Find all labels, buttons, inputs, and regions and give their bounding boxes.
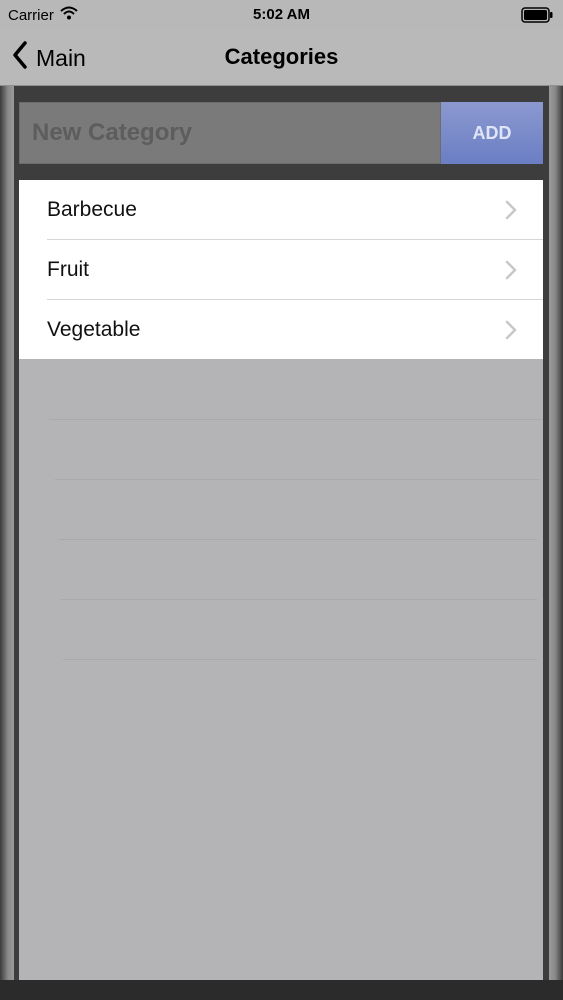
navigation-bar: Main Categories (0, 30, 563, 86)
chevron-right-icon (505, 260, 517, 280)
empty-row-divider (59, 539, 537, 540)
list-item[interactable]: Barbecue (19, 180, 543, 240)
empty-row-divider (49, 419, 543, 420)
list-item[interactable]: Fruit (19, 240, 543, 300)
add-category-form: ADD (19, 102, 543, 164)
empty-row-divider (61, 599, 537, 600)
status-bar: Carrier 5:02 AM (0, 0, 563, 30)
chevron-right-icon (505, 320, 517, 340)
new-category-input[interactable] (19, 102, 441, 164)
battery-icon (521, 7, 553, 27)
category-list: Barbecue Fruit Vegetable (19, 180, 543, 359)
list-item-label: Barbecue (47, 198, 137, 221)
chevron-right-icon (505, 200, 517, 220)
empty-row-divider (63, 659, 537, 660)
empty-row-divider (55, 479, 539, 480)
list-item[interactable]: Vegetable (19, 300, 543, 360)
bottom-edge (0, 980, 563, 1000)
page-title: Categories (224, 44, 339, 69)
categories-table: Barbecue Fruit Vegetable (19, 180, 543, 980)
list-item-label: Vegetable (47, 318, 141, 341)
add-button[interactable]: ADD (441, 102, 543, 164)
list-item-label: Fruit (47, 258, 89, 281)
status-time: 5:02 AM (253, 6, 310, 23)
